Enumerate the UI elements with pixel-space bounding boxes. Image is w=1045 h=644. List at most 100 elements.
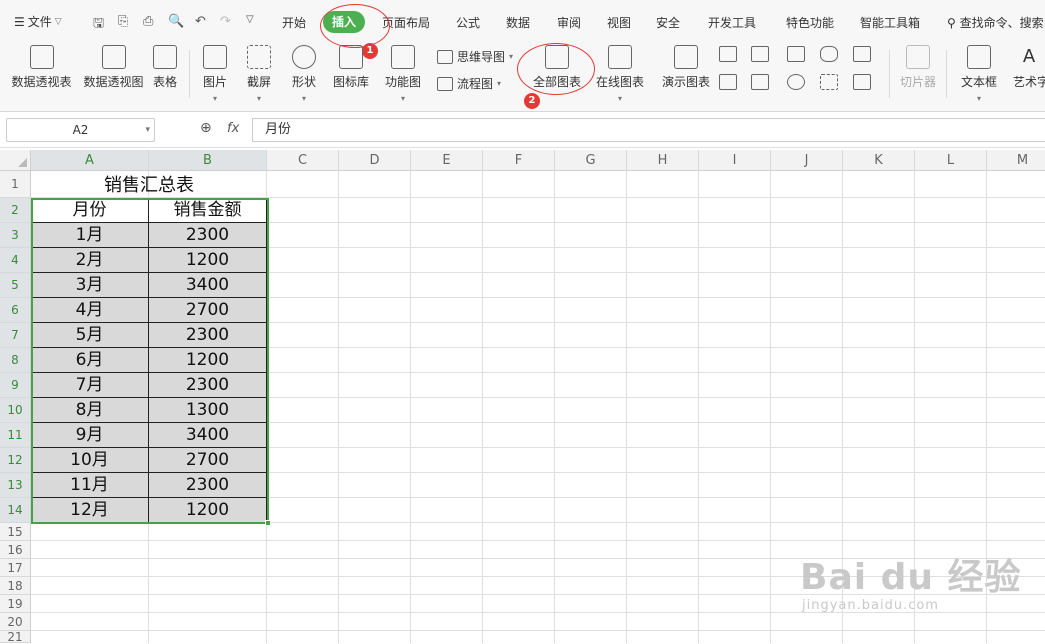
row-header[interactable]: 2 <box>0 198 31 223</box>
data-cell[interactable]: 2300 <box>149 373 267 398</box>
sparkline-icon[interactable] <box>853 74 871 90</box>
pie-chart-icon[interactable] <box>787 74 805 90</box>
data-cell[interactable]: 1200 <box>149 248 267 273</box>
select-all-corner[interactable] <box>0 150 31 171</box>
data-cell[interactable]: 2300 <box>149 223 267 248</box>
data-cell[interactable]: 2700 <box>149 448 267 473</box>
name-box[interactable]: A2 ▾ <box>6 118 155 142</box>
shapes-button[interactable]: 形状 ▾ <box>287 45 321 104</box>
column-header[interactable]: G <box>555 150 627 171</box>
row-header[interactable]: 11 <box>0 423 31 448</box>
tab-special-features[interactable]: 特色功能 <box>786 14 834 31</box>
icon-library-button[interactable]: 图标库 <box>332 45 370 90</box>
data-cell[interactable]: 2700 <box>149 298 267 323</box>
data-cell[interactable]: 1200 <box>149 498 267 523</box>
data-cell[interactable]: 10月 <box>31 448 149 473</box>
row-header[interactable]: 10 <box>0 398 31 423</box>
row-header[interactable]: 17 <box>0 559 31 577</box>
flowchart-button[interactable]: 流程图 ▾ <box>437 75 501 92</box>
file-menu[interactable]: ☰ 文件 ▽ <box>14 13 62 30</box>
column-header[interactable]: C <box>267 150 339 171</box>
column-header[interactable]: E <box>411 150 483 171</box>
data-cell[interactable]: 4月 <box>31 298 149 323</box>
data-cell[interactable]: 3月 <box>31 273 149 298</box>
data-cell[interactable]: 9月 <box>31 423 149 448</box>
column-header[interactable]: I <box>699 150 771 171</box>
scatter-chart-icon[interactable] <box>820 74 838 90</box>
radar-chart-icon[interactable] <box>820 46 838 62</box>
header-cell[interactable]: 月份 <box>31 198 149 223</box>
redo-icon[interactable]: ↷ <box>220 14 231 29</box>
tab-smart-toolbox[interactable]: 智能工具箱 <box>860 14 920 31</box>
tab-view[interactable]: 视图 <box>607 14 631 31</box>
column-header[interactable]: B <box>149 150 267 171</box>
export-icon[interactable]: ⎘ <box>118 14 128 29</box>
row-header[interactable]: 3 <box>0 223 31 248</box>
pivot-table-button[interactable]: 数据透视表 <box>10 45 73 90</box>
column-header[interactable]: A <box>31 150 149 171</box>
row-header[interactable]: 7 <box>0 323 31 348</box>
wordart-button[interactable]: A 艺术字 <box>1013 45 1045 90</box>
tab-formulas[interactable]: 公式 <box>456 14 480 31</box>
column-header[interactable]: F <box>483 150 555 171</box>
column-header[interactable]: M <box>987 150 1045 171</box>
row-header[interactable]: 20 <box>0 613 31 631</box>
fill-handle[interactable] <box>265 520 271 526</box>
row-header[interactable]: 8 <box>0 348 31 373</box>
row-header[interactable]: 15 <box>0 523 31 541</box>
row-header[interactable]: 6 <box>0 298 31 323</box>
combo-chart-icon[interactable] <box>751 74 769 90</box>
column-header[interactable]: J <box>771 150 843 171</box>
sheet-title-cell[interactable]: 销售汇总表 <box>31 171 267 198</box>
customize-icon[interactable]: ▽ <box>246 14 254 25</box>
data-cell[interactable]: 8月 <box>31 398 149 423</box>
command-search[interactable]: ⚲ 查找命令、搜索 <box>947 14 1044 31</box>
pivot-chart-button[interactable]: 数据透视图 <box>82 45 145 90</box>
column-header[interactable]: L <box>915 150 987 171</box>
data-cell[interactable]: 11月 <box>31 473 149 498</box>
screenshot-button[interactable]: 截屏 ▾ <box>242 45 276 104</box>
tab-review[interactable]: 审阅 <box>557 14 581 31</box>
print-icon[interactable]: ⎙ <box>143 14 153 29</box>
data-cell[interactable]: 3400 <box>149 423 267 448</box>
fx-icon[interactable]: fx <box>227 121 239 136</box>
row-header[interactable]: 9 <box>0 373 31 398</box>
tab-developer[interactable]: 开发工具 <box>708 14 756 31</box>
column-header[interactable]: D <box>339 150 411 171</box>
data-cell[interactable]: 2月 <box>31 248 149 273</box>
undo-icon[interactable]: ↶ <box>195 14 206 29</box>
table-button[interactable]: 表格 <box>151 45 179 90</box>
line-chart-icon[interactable] <box>787 46 805 62</box>
picture-button[interactable]: 图片 ▾ <box>198 45 232 104</box>
data-cell[interactable]: 1200 <box>149 348 267 373</box>
data-cell[interactable]: 2300 <box>149 473 267 498</box>
data-cell[interactable]: 5月 <box>31 323 149 348</box>
row-header[interactable]: 16 <box>0 541 31 559</box>
print-preview-icon[interactable]: 🔍 <box>168 14 184 29</box>
tab-home[interactable]: 开始 <box>282 14 306 31</box>
data-cell[interactable]: 1300 <box>149 398 267 423</box>
chevron-down-icon[interactable]: ▾ <box>145 119 150 141</box>
zoom-icon[interactable]: ⊕ <box>200 120 212 136</box>
row-header[interactable]: 21 <box>0 631 31 643</box>
mind-map-button[interactable]: 思维导图 ▾ <box>437 48 513 65</box>
area-chart-icon[interactable] <box>853 46 871 62</box>
function-chart-button[interactable]: 功能图 ▾ <box>380 45 426 104</box>
row-header[interactable]: 4 <box>0 248 31 273</box>
data-cell[interactable]: 2300 <box>149 323 267 348</box>
row-header[interactable]: 13 <box>0 473 31 498</box>
row-header[interactable]: 12 <box>0 448 31 473</box>
column-header[interactable]: H <box>627 150 699 171</box>
demo-charts-button[interactable]: 演示图表 <box>661 45 711 90</box>
row-header[interactable]: 1 <box>0 171 31 198</box>
row-header[interactable]: 19 <box>0 595 31 613</box>
formula-input[interactable]: 月份 <box>252 118 1045 142</box>
data-cell[interactable]: 1月 <box>31 223 149 248</box>
textbox-button[interactable]: 文本框 ▾ <box>956 45 1002 104</box>
header-cell[interactable]: 销售金额 <box>149 198 267 223</box>
row-header[interactable]: 14 <box>0 498 31 523</box>
bar-chart-horizontal-icon[interactable] <box>751 46 769 62</box>
tab-data[interactable]: 数据 <box>506 14 530 31</box>
save-icon[interactable]: 🖫 <box>93 14 104 36</box>
tab-security[interactable]: 安全 <box>656 14 680 31</box>
